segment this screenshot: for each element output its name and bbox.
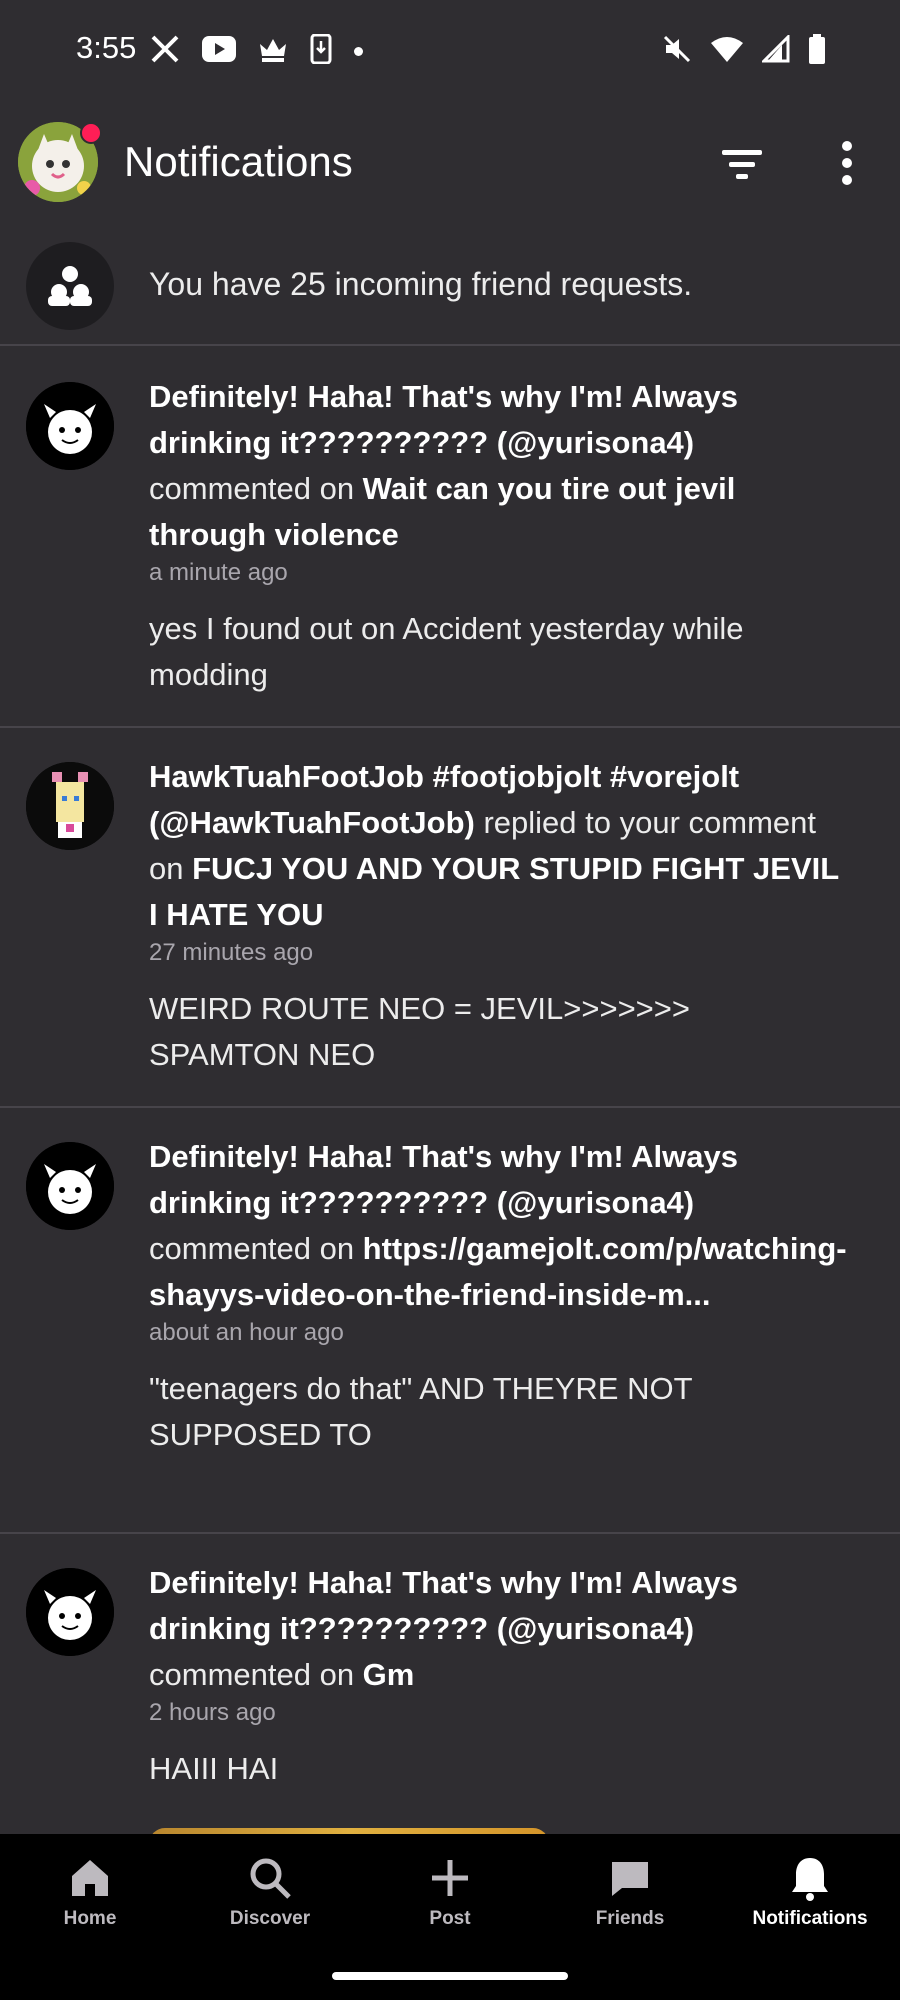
signal-icon (760, 33, 790, 68)
notification-body: Definitely! Haha! That's why I'm! Always… (149, 374, 849, 698)
user-avatar[interactable] (26, 1142, 114, 1230)
notification-message: yes I found out on Accident yesterday wh… (149, 611, 744, 692)
status-bar: 3:55 (0, 0, 900, 100)
notification-body: Definitely! Haha! That's why I'm! Always… (149, 1134, 849, 1458)
notification-headline: Definitely! Haha! That's why I'm! Always… (149, 374, 849, 558)
chat-icon (540, 1852, 720, 1904)
friend-requests-row[interactable]: You have 25 incoming friend requests. (0, 232, 900, 346)
notification-action: commented on (149, 471, 363, 506)
notification-user[interactable]: Definitely! Haha! That's why I'm! Always… (149, 379, 738, 460)
notification-item[interactable]: Definitely! Haha! That's why I'm! Always… (0, 348, 900, 728)
plus-icon (360, 1852, 540, 1904)
filter-icon (718, 150, 766, 188)
user-avatar[interactable] (26, 382, 114, 470)
phone-icon (310, 33, 332, 69)
nav-label: Post (429, 1908, 471, 1929)
notification-headline: Definitely! Haha! That's why I'm! Always… (149, 1560, 849, 1698)
notification-time: about an hour ago (149, 1319, 344, 1346)
unread-dot (80, 122, 102, 144)
notification-user[interactable]: Definitely! Haha! That's why I'm! Always… (149, 1139, 738, 1220)
notification-message: "teenagers do that" AND THEYRE NOT SUPPO… (149, 1371, 692, 1452)
notification-user[interactable]: Definitely! Haha! That's why I'm! Always… (149, 1565, 738, 1646)
page-title: Notifications (124, 138, 353, 185)
status-time: 3:55 (76, 30, 137, 65)
more-vert-icon (832, 141, 862, 192)
filter-button[interactable] (718, 144, 766, 184)
notification-message: HAIII HAI (149, 1751, 279, 1786)
battery-icon (808, 34, 826, 69)
nav-notifications[interactable]: Notifications (720, 1852, 900, 1930)
notification-time: 2 hours ago (149, 1699, 276, 1726)
notification-item[interactable]: Definitely! Haha! That's why I'm! Always… (0, 1108, 900, 1534)
dot-icon (354, 47, 363, 56)
nav-label: Home (63, 1908, 117, 1929)
mute-icon (662, 34, 692, 69)
notification-headline: Definitely! Haha! That's why I'm! Always… (149, 1134, 849, 1318)
status-left-icons (150, 33, 363, 69)
youtube-icon (202, 36, 236, 67)
notification-target[interactable]: FUCJ YOU AND YOUR STUPID FIGHT JEVIL I H… (149, 851, 839, 932)
notification-body: HawkTuahFootJob #footjobjolt #vorejolt (… (149, 754, 849, 1078)
notification-message: WEIRD ROUTE NEO = JEVIL>>>>>>> SPAMTON N… (149, 991, 690, 1072)
notification-headline: HawkTuahFootJob #footjobjolt #vorejolt (… (149, 754, 849, 938)
notification-time: 27 minutes ago (149, 939, 314, 966)
wifi-icon (710, 35, 744, 68)
notification-target[interactable]: Gm (363, 1657, 415, 1692)
notification-item[interactable]: Definitely! Haha! That's why I'm! Always… (0, 1534, 900, 1888)
notification-action: commented on (149, 1657, 363, 1692)
status-right-icons (662, 33, 826, 69)
crown-icon (258, 36, 288, 67)
friend-requests-icon (26, 242, 114, 330)
home-indicator[interactable] (332, 1972, 568, 1980)
bell-icon (720, 1852, 900, 1904)
notification-action: commented on (149, 1231, 363, 1266)
home-icon (0, 1852, 180, 1904)
top-app-bar: Notifications (0, 100, 900, 230)
nav-label: Discover (229, 1908, 311, 1929)
more-options-button[interactable] (832, 138, 862, 188)
friend-requests-text: You have 25 incoming friend requests. (149, 266, 693, 302)
search-icon (180, 1852, 360, 1904)
nav-friends[interactable]: Friends (540, 1852, 720, 1930)
user-avatar[interactable] (26, 1568, 114, 1656)
nav-post[interactable]: Post (360, 1852, 540, 1930)
nav-discover[interactable]: Discover (180, 1852, 360, 1930)
user-avatar[interactable] (26, 762, 114, 850)
nav-label: Notifications (752, 1908, 868, 1929)
nav-home[interactable]: Home (0, 1852, 180, 1930)
notification-item[interactable]: HawkTuahFootJob #footjobjolt #vorejolt (… (0, 728, 900, 1108)
notification-time: a minute ago (149, 559, 288, 586)
nav-label: Friends (595, 1908, 665, 1929)
x-icon (150, 34, 180, 69)
